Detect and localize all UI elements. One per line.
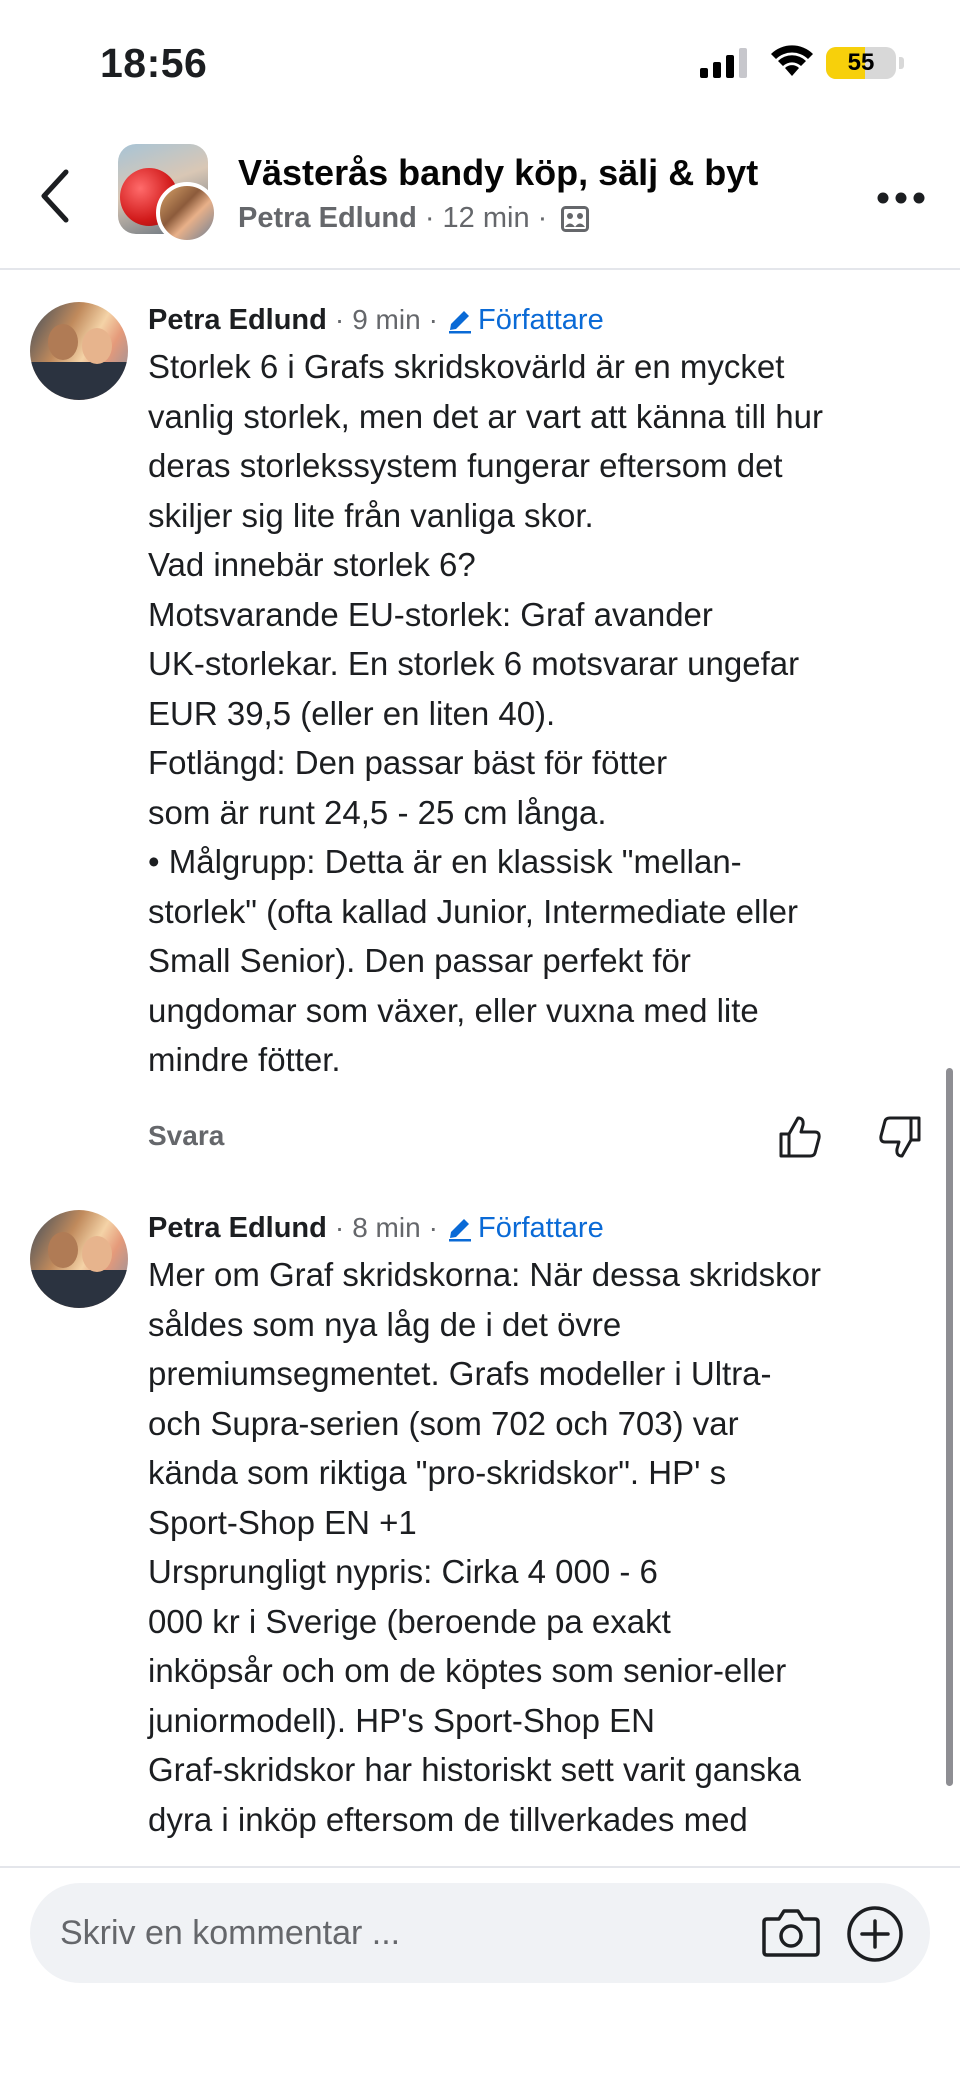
comment-body: Petra Edlund · 8 min · Författare Mer om… — [148, 1208, 938, 1894]
thumbs-up-icon[interactable] — [778, 1114, 822, 1160]
author-badge-label: Författare — [477, 303, 604, 336]
plus-circle-icon[interactable] — [846, 1905, 904, 1963]
meta-separator: · — [334, 1212, 345, 1243]
status-bar: 18:56 55 — [0, 0, 960, 120]
cellular-signal-icon — [700, 48, 747, 78]
battery-level: 55 — [847, 49, 875, 76]
comment-actions: Svara — [148, 1114, 938, 1164]
divider — [0, 1866, 960, 1868]
comment-composer — [30, 1883, 930, 1983]
more-horizontal-icon[interactable] — [876, 190, 926, 206]
avatar-photo-part — [48, 324, 78, 360]
meta-separator: · — [334, 304, 345, 335]
author-badge: Författare — [446, 1212, 604, 1245]
wifi-icon — [771, 45, 813, 76]
meta-separator: · — [428, 1212, 438, 1243]
camera-icon[interactable] — [762, 1905, 820, 1959]
reply-button[interactable]: Svara — [148, 1120, 224, 1152]
post-meta: Petra Edlund · 12 min · — [238, 202, 590, 235]
comment-body: Petra Edlund · 9 min · Författare Storle… — [148, 300, 938, 1085]
group-members-icon — [561, 205, 590, 232]
avatar[interactable] — [30, 1210, 128, 1308]
comment-author[interactable]: Petra Edlund — [148, 1212, 327, 1245]
avatar-photo-part — [48, 1232, 78, 1268]
post-author[interactable]: Petra Edlund — [238, 202, 417, 235]
battery-indicator: 55 — [826, 47, 896, 79]
comment-time: 8 min — [352, 1212, 421, 1243]
comment-input[interactable] — [60, 1883, 760, 1983]
meta-separator: · — [424, 202, 435, 234]
pen-icon — [448, 1219, 471, 1242]
author-badge-label: Författare — [477, 1211, 604, 1244]
comment-meta: Petra Edlund · 9 min · Författare — [148, 300, 938, 340]
post-time: 12 min — [442, 202, 530, 234]
author-badge: Författare — [446, 304, 604, 337]
pen-icon — [448, 311, 471, 334]
avatar-photo-part — [30, 1270, 128, 1308]
comment-text: Storlek 6 i Grafs skridskovärld är en my… — [148, 348, 823, 1078]
chevron-left-icon[interactable] — [36, 168, 76, 224]
status-time: 18:56 — [100, 40, 208, 86]
scrollbar[interactable] — [946, 1068, 953, 1786]
comment-author[interactable]: Petra Edlund — [148, 304, 327, 337]
author-avatar — [156, 182, 218, 244]
meta-separator: · — [537, 202, 548, 234]
comment-composer-area — [0, 1866, 960, 2078]
meta-separator: · — [428, 304, 438, 335]
comment-meta: Petra Edlund · 8 min · Författare — [148, 1208, 938, 1248]
group-title[interactable]: Västerås bandy köp, sälj & byt — [238, 152, 758, 194]
battery-nub — [899, 57, 904, 69]
avatar[interactable] — [30, 302, 128, 400]
comment-time: 9 min — [352, 304, 421, 335]
comment-text: Mer om Graf skridskorna: När dessa skrid… — [148, 1256, 822, 1887]
avatar-photo-part — [30, 362, 128, 400]
avatar-photo-part — [82, 1236, 112, 1272]
post-header: Västerås bandy köp, sälj & byt Petra Edl… — [0, 120, 960, 270]
avatar-photo-part — [82, 328, 112, 364]
thumbs-down-icon[interactable] — [878, 1114, 922, 1160]
